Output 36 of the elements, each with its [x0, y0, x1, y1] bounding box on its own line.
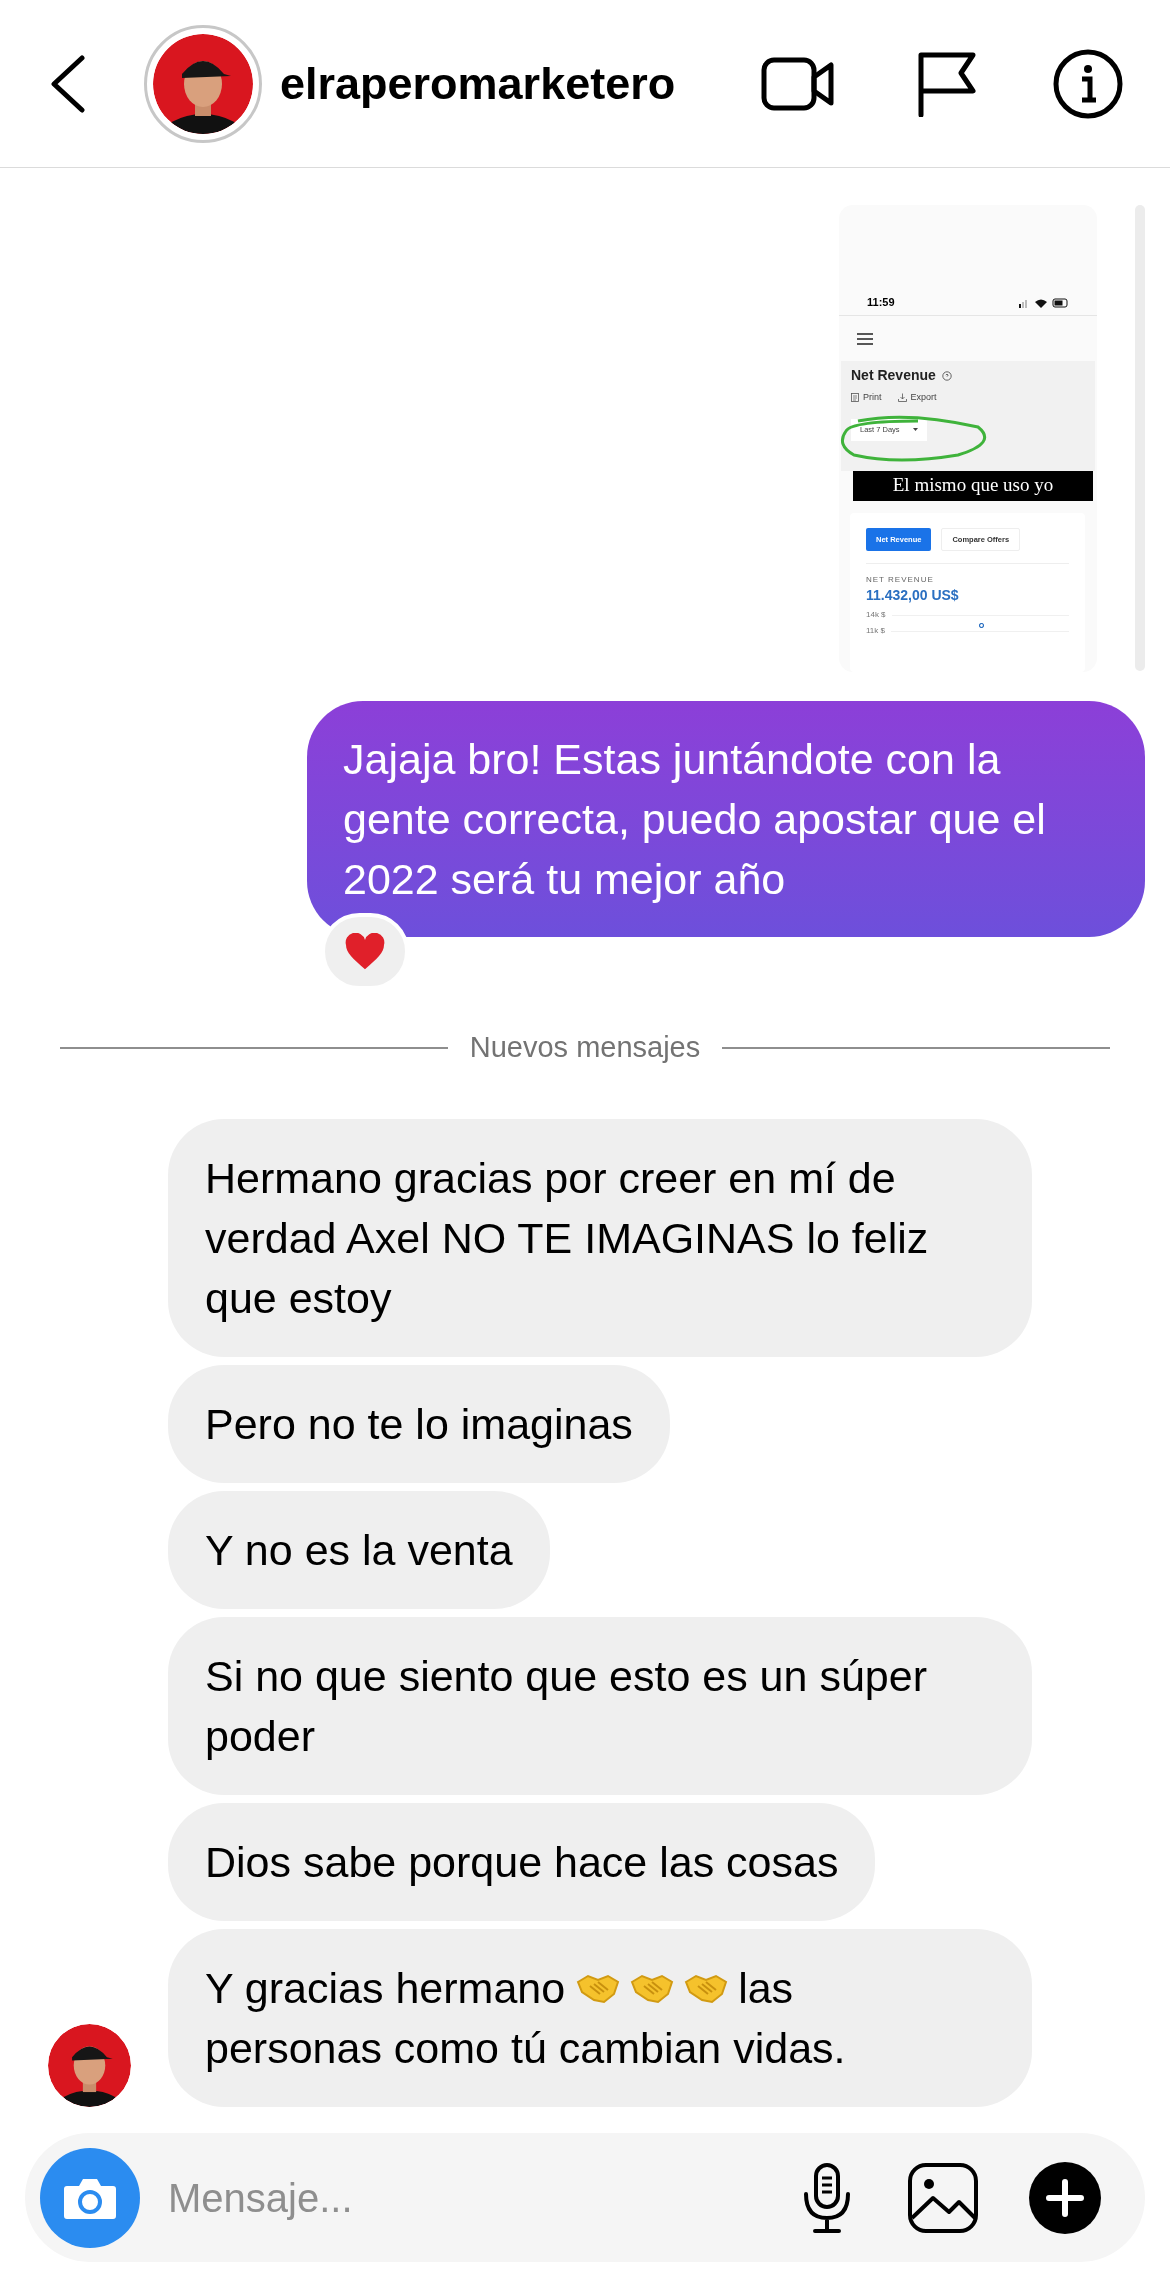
received-message: Si no que siento que esto es un súper poder: [168, 1617, 1032, 1795]
received-message: Dios sabe porque hace las cosas: [168, 1803, 876, 1921]
axis-tick: 14k $: [866, 609, 886, 621]
menu-icon[interactable]: [857, 332, 873, 345]
microphone-icon[interactable]: [801, 2161, 853, 2234]
message-text: personas como tú cambian vidas.: [205, 2023, 846, 2074]
status-time: 11:59: [867, 295, 895, 311]
image-icon[interactable]: [907, 2161, 979, 2234]
heart-icon: [344, 932, 386, 971]
new-messages-divider: Nuevos mensajes: [469, 1030, 701, 1066]
message-composer[interactable]: Mensaje...: [25, 2133, 1145, 2262]
add-icon[interactable]: [1029, 2161, 1101, 2234]
message-input[interactable]: Mensaje...: [168, 2167, 801, 2228]
download-icon: [897, 393, 907, 403]
flag-icon[interactable]: [917, 50, 977, 117]
username[interactable]: elraperomarketero: [280, 49, 676, 118]
received-message: Pero no te lo imaginas: [168, 1365, 670, 1483]
received-message: Hermano gracias por creer en mí de verdad Axel NO TE IMAGINAS lo feliz que estoy: [168, 1119, 1032, 1357]
message-text: las: [738, 1963, 794, 2014]
metric-value: 11.432,00 US$: [866, 586, 960, 604]
metric-label: NET REVENUE: [866, 574, 935, 586]
sent-message: Jajaja bro! Estas juntándote con la gente correcta, puedo apostar que el 2022 será tu mejor año: [307, 701, 1145, 937]
back-icon[interactable]: [50, 54, 86, 113]
report-title: Net Revenue: [851, 366, 936, 385]
caret-icon: [913, 428, 918, 431]
status-icons: [1019, 297, 1069, 308]
toolbar-action[interactable]: Export: [897, 391, 937, 405]
caption-text: El mismo que uso yo: [892, 472, 1054, 497]
data-point-icon: [979, 623, 984, 628]
received-message: Y no es la venta: [168, 1491, 550, 1609]
axis-tick: 11k $: [866, 625, 885, 637]
info-icon[interactable]: [1053, 48, 1123, 119]
message-text: Y gracias hermano: [205, 1963, 566, 2014]
toolbar-action[interactable]: Print: [851, 391, 882, 405]
clipboard-icon: [851, 393, 859, 403]
help-icon[interactable]: [941, 370, 952, 381]
